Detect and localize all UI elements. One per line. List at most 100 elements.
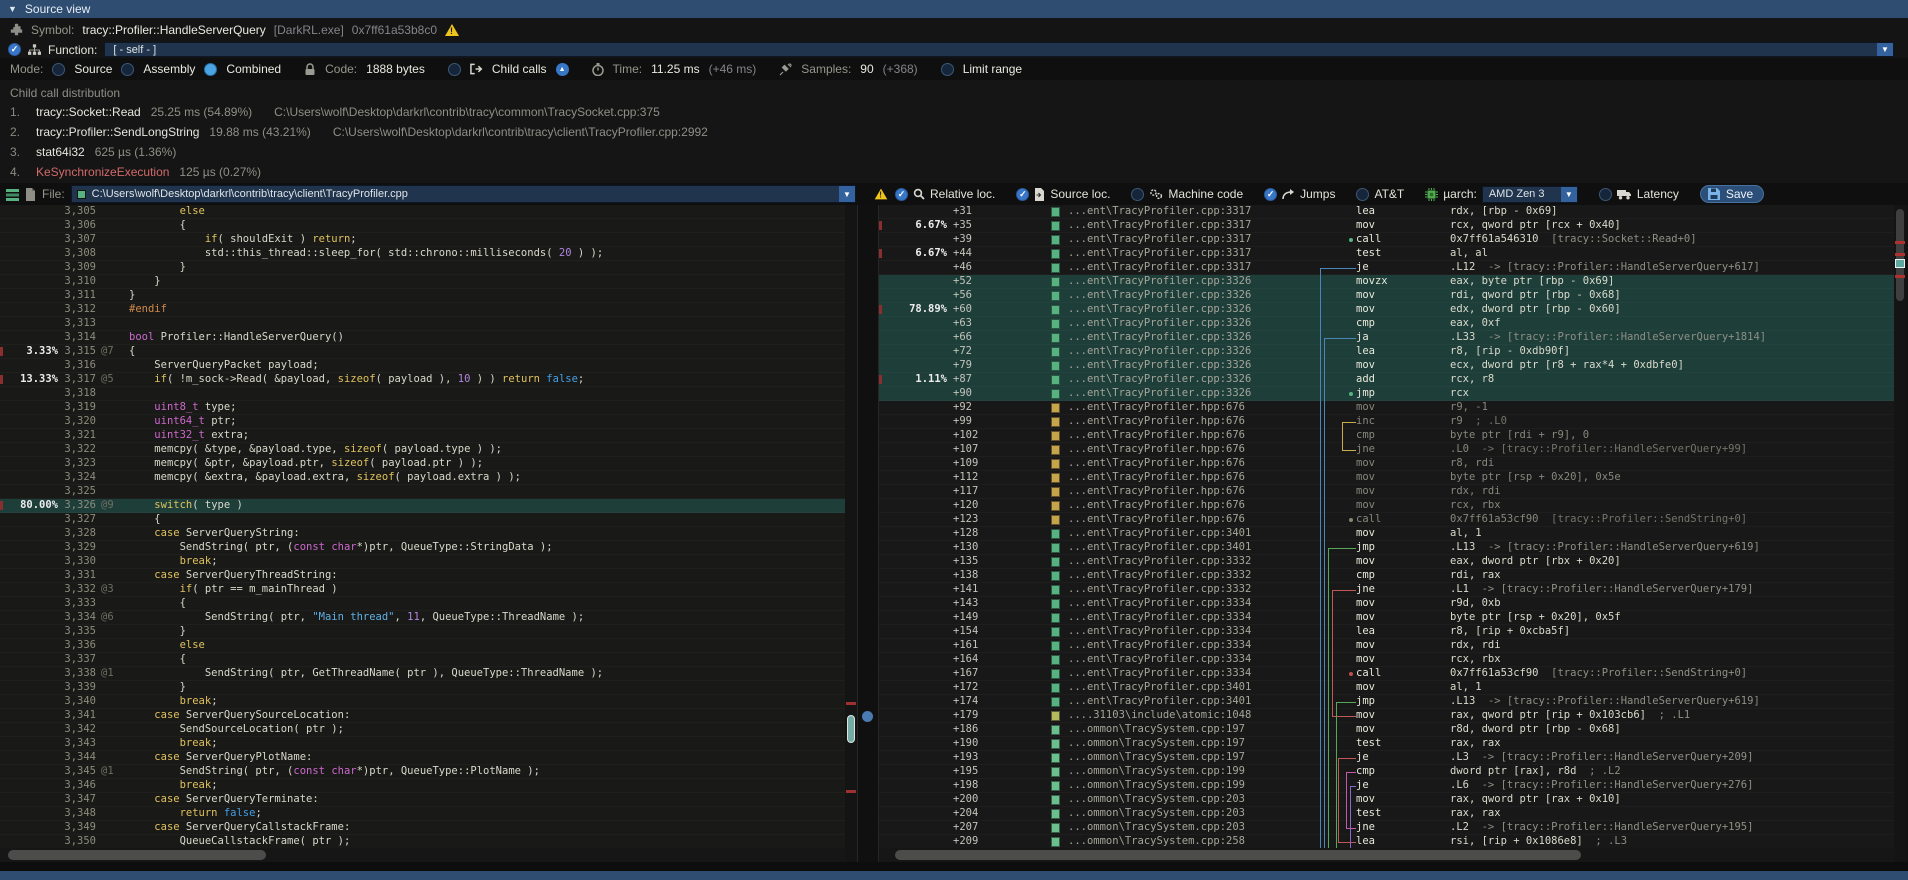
assembly-row[interactable]: +99...ent\TracyProfiler.hpp:676incr9 ; .…: [879, 415, 1894, 429]
source-line[interactable]: 3,333 {: [0, 597, 845, 611]
source-line[interactable]: 3,311}: [0, 289, 845, 303]
source-line[interactable]: 3,340 break;: [0, 695, 845, 709]
assembly-row[interactable]: +117...ent\TracyProfiler.hpp:676movrdx, …: [879, 485, 1894, 499]
assembly-row[interactable]: +198...ommon\TracySystem.cpp:199je.L6 ->…: [879, 779, 1894, 793]
assembly-row[interactable]: +52...ent\TracyProfiler.cpp:3326movzxeax…: [879, 275, 1894, 289]
source-line[interactable]: 3,307 if( shouldExit ) return;: [0, 233, 845, 247]
latency-checkbox[interactable]: [1599, 188, 1612, 201]
jumps-toggle[interactable]: ✓ Jumps: [1264, 187, 1335, 201]
pane-splitter-grip[interactable]: [862, 711, 873, 722]
assembly-row[interactable]: +154...ent\TracyProfiler.cpp:3334lear8, …: [879, 625, 1894, 639]
source-line[interactable]: 13.33%3,317@5 if( !m_sock->Read( &payloa…: [0, 373, 845, 387]
source-line[interactable]: 3,346 break;: [0, 779, 845, 793]
source-loc-toggle[interactable]: ✓ Source loc.: [1016, 187, 1110, 201]
assembly-row[interactable]: +123...ent\TracyProfiler.hpp:676call0x7f…: [879, 513, 1894, 527]
assembly-row[interactable]: +90...ent\TracyProfiler.cpp:3326jmprcx: [879, 387, 1894, 401]
child-calls-sort-button[interactable]: ▲: [556, 63, 569, 76]
source-line[interactable]: 3,305 else: [0, 205, 845, 219]
assembly-hscrollbar-thumb[interactable]: [895, 850, 1581, 860]
source-line[interactable]: 3,331 case ServerQueryThreadString:: [0, 569, 845, 583]
child-call-item[interactable]: 3.stat64i32625 µs (1.36%): [10, 142, 1908, 162]
source-line[interactable]: 3,327 {: [0, 513, 845, 527]
assembly-row[interactable]: +200...ommon\TracySystem.cpp:203movrax, …: [879, 793, 1894, 807]
source-vscrollbar-thumb[interactable]: [847, 715, 855, 743]
source-line[interactable]: 3,337 {: [0, 653, 845, 667]
machine-code-toggle[interactable]: Machine code: [1131, 187, 1243, 201]
relative-loc-checkbox[interactable]: ✓: [895, 188, 908, 201]
source-line[interactable]: 3,329 SendString( ptr, (const char*)ptr,…: [0, 541, 845, 555]
assembly-row[interactable]: +112...ent\TracyProfiler.hpp:676movbyte …: [879, 471, 1894, 485]
assembly-vscrollbar[interactable]: [1894, 205, 1906, 862]
child-call-item[interactable]: 2.tracy::Profiler::SendLongString19.88 m…: [10, 122, 1908, 142]
pane-splitter[interactable]: [857, 205, 879, 862]
source-line[interactable]: 3,341 case ServerQuerySourceLocation:: [0, 709, 845, 723]
assembly-hscrollbar[interactable]: [879, 848, 1894, 862]
assembly-row[interactable]: +102...ent\TracyProfiler.hpp:676cmpbyte …: [879, 429, 1894, 443]
relative-loc-toggle[interactable]: ✓ Relative loc.: [895, 187, 995, 201]
assembly-row[interactable]: +72...ent\TracyProfiler.cpp:3326lear8, […: [879, 345, 1894, 359]
source-line[interactable]: 3,308 std::this_thread::sleep_for( std::…: [0, 247, 845, 261]
source-line[interactable]: 3,319 uint8_t type;: [0, 401, 845, 415]
assembly-row[interactable]: +190...ommon\TracySystem.cpp:197testrax,…: [879, 737, 1894, 751]
function-checkbox[interactable]: ✓: [8, 43, 21, 56]
source-line[interactable]: 3,344 case ServerQueryPlotName:: [0, 751, 845, 765]
att-checkbox[interactable]: [1356, 188, 1369, 201]
assembly-row[interactable]: +138...ent\TracyProfiler.cpp:3332cmprdi,…: [879, 569, 1894, 583]
att-toggle[interactable]: AT&T: [1356, 187, 1404, 201]
radio-source[interactable]: [52, 63, 65, 76]
source-line[interactable]: 3,310 }: [0, 275, 845, 289]
function-select[interactable]: [ - self - ] ▼: [104, 42, 1894, 57]
assembly-row[interactable]: +107...ent\TracyProfiler.hpp:676jne.L0 -…: [879, 443, 1894, 457]
jumps-checkbox[interactable]: ✓: [1264, 188, 1277, 201]
source-line[interactable]: 3,349 case ServerQueryCallstackFrame:: [0, 821, 845, 835]
assembly-row[interactable]: +149...ent\TracyProfiler.cpp:3334movbyte…: [879, 611, 1894, 625]
assembly-row[interactable]: +92...ent\TracyProfiler.hpp:676movr9, -1: [879, 401, 1894, 415]
assembly-row[interactable]: +164...ent\TracyProfiler.cpp:3334movrcx,…: [879, 653, 1894, 667]
source-line[interactable]: 3,348 return false;: [0, 807, 845, 821]
assembly-row[interactable]: 6.67%+35...ent\TracyProfiler.cpp:3317mov…: [879, 219, 1894, 233]
source-line[interactable]: 3,334@6 SendString( ptr, "Main thread", …: [0, 611, 845, 625]
uarch-select[interactable]: AMD Zen 3 ▼: [1482, 186, 1578, 203]
source-line[interactable]: 3,332@3 if( ptr == m_mainThread ): [0, 583, 845, 597]
assembly-row[interactable]: +143...ent\TracyProfiler.cpp:3334movr9d,…: [879, 597, 1894, 611]
source-line[interactable]: 3,321 uint32_t extra;: [0, 429, 845, 443]
assembly-row[interactable]: +161...ent\TracyProfiler.cpp:3334movrdx,…: [879, 639, 1894, 653]
radio-assembly[interactable]: [121, 63, 134, 76]
assembly-row[interactable]: +130...ent\TracyProfiler.cpp:3401jmp.L13…: [879, 541, 1894, 555]
radio-combined[interactable]: [204, 63, 217, 76]
assembly-row[interactable]: +66...ent\TracyProfiler.cpp:3326ja.L33 -…: [879, 331, 1894, 345]
source-loc-checkbox[interactable]: ✓: [1016, 188, 1029, 201]
source-vscrollbar[interactable]: [845, 205, 857, 862]
source-line[interactable]: 3,339 }: [0, 681, 845, 695]
assembly-row[interactable]: +209...ommon\TracySystem.cpp:258learsi, …: [879, 835, 1894, 849]
source-line[interactable]: 3,345@1 SendString( ptr, (const char*)pt…: [0, 765, 845, 779]
source-hscrollbar[interactable]: [0, 848, 845, 862]
source-line[interactable]: 3,323 memcpy( &ptr, &payload.ptr, sizeof…: [0, 457, 845, 471]
assembly-row[interactable]: +56...ent\TracyProfiler.cpp:3326movrdi, …: [879, 289, 1894, 303]
file-select[interactable]: C:\Users\wolf\Desktop\darkrl\contrib\tra…: [71, 185, 856, 203]
source-line[interactable]: 3.33%3,315@7{: [0, 345, 845, 359]
assembly-row[interactable]: +63...ent\TracyProfiler.cpp:3326cmpeax, …: [879, 317, 1894, 331]
window-titlebar[interactable]: ▼ Source view: [0, 0, 1908, 18]
assembly-row[interactable]: +109...ent\TracyProfiler.hpp:676movr8, r…: [879, 457, 1894, 471]
collapse-triangle-icon[interactable]: ▼: [8, 4, 17, 14]
source-line[interactable]: 3,350 QueueCallstackFrame( ptr );: [0, 835, 845, 849]
limit-range-checkbox[interactable]: [941, 63, 954, 76]
source-line[interactable]: 3,314bool Profiler::HandleServerQuery(): [0, 331, 845, 345]
save-button[interactable]: Save: [1700, 185, 1764, 203]
assembly-row[interactable]: +167...ent\TracyProfiler.cpp:3334call0x7…: [879, 667, 1894, 681]
source-line[interactable]: 3,336 else: [0, 639, 845, 653]
assembly-row[interactable]: 6.67%+44...ent\TracyProfiler.cpp:3317tes…: [879, 247, 1894, 261]
assembly-row[interactable]: +141...ent\TracyProfiler.cpp:3332jne.L1 …: [879, 583, 1894, 597]
assembly-row[interactable]: +179....31103\include\atomic:1048movrax,…: [879, 709, 1894, 723]
source-line[interactable]: 80.00%3,326@9 switch( type ): [0, 499, 845, 513]
assembly-row[interactable]: +120...ent\TracyProfiler.hpp:676movrcx, …: [879, 499, 1894, 513]
assembly-row[interactable]: +79...ent\TracyProfiler.cpp:3326movecx, …: [879, 359, 1894, 373]
assembly-row[interactable]: 1.11%+87...ent\TracyProfiler.cpp:3326add…: [879, 373, 1894, 387]
assembly-row[interactable]: +193...ommon\TracySystem.cpp:197je.L3 ->…: [879, 751, 1894, 765]
source-line[interactable]: 3,322 memcpy( &type, &payload.type, size…: [0, 443, 845, 457]
assembly-row[interactable]: +186...ommon\TracySystem.cpp:197movr8d, …: [879, 723, 1894, 737]
assembly-row[interactable]: +174...ent\TracyProfiler.cpp:3401jmp.L13…: [879, 695, 1894, 709]
assembly-row[interactable]: +135...ent\TracyProfiler.cpp:3332moveax,…: [879, 555, 1894, 569]
latency-toggle[interactable]: Latency: [1599, 187, 1679, 201]
